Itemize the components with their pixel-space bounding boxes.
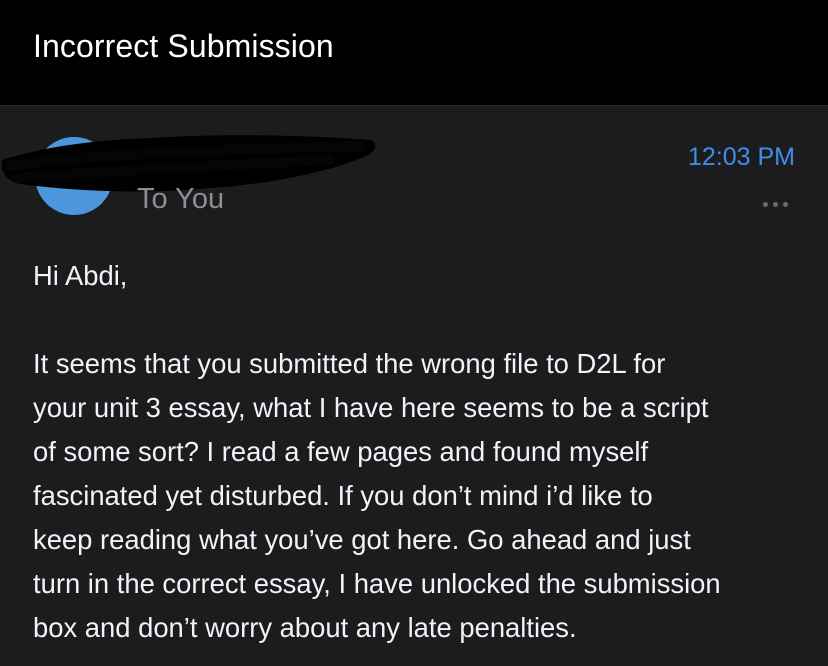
message-greeting: Hi Abdi, (33, 260, 128, 291)
ellipsis-icon[interactable] (757, 197, 793, 211)
email-screen: Incorrect Submission To You 12:03 PM Hi … (0, 0, 828, 666)
ellipsis-dot (782, 201, 788, 207)
message-line: box and don’t worry about any late penal… (33, 612, 577, 643)
message-line: It seems that you submitted the wrong fi… (33, 348, 666, 379)
message-line: keep reading what you’ve got here. Go ah… (33, 524, 691, 555)
recipient-line: To You (137, 183, 225, 215)
ellipsis-dot (772, 201, 778, 207)
ellipsis-dot (762, 201, 768, 207)
message-time: 12:03 PM (687, 143, 795, 171)
message-line: your unit 3 essay, what I have here seem… (33, 392, 709, 423)
message-line: of some sort? I read a few pages and fou… (33, 436, 649, 467)
message-body: Hi Abdi, It seems that you submitted the… (33, 254, 803, 650)
email-subject: Incorrect Submission (33, 28, 334, 64)
message-line: fascinated yet disturbed. If you don’t m… (33, 480, 653, 511)
header-bar: Incorrect Submission (0, 0, 828, 106)
message-line: turn in the correct essay, I have unlock… (33, 568, 721, 599)
message-paragraph: It seems that you submitted the wrong fi… (33, 342, 803, 650)
